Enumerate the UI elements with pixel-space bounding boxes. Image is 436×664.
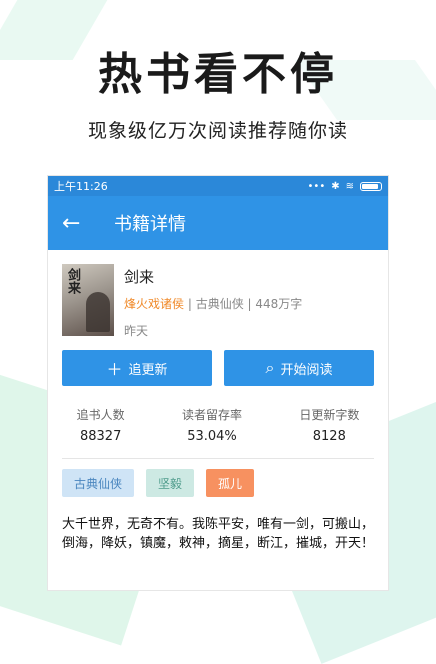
book-title: 剑来 bbox=[124, 268, 155, 286]
book-cover[interactable]: 剑来 bbox=[62, 264, 114, 336]
stat-label: 日更新字数 bbox=[299, 408, 360, 422]
book-updated: 昨天 bbox=[124, 324, 149, 338]
cover-title: 剑来 bbox=[65, 268, 80, 294]
stat-value: 88327 bbox=[79, 429, 122, 444]
page-title: 书籍详情 bbox=[114, 214, 186, 235]
book-category: 古典仙侠 bbox=[195, 297, 244, 311]
signal-dots-icon: ••• bbox=[307, 180, 326, 192]
book-author[interactable]: 烽火戏诸侯 bbox=[124, 297, 184, 311]
status-icons: ••• ✱ ≋ bbox=[308, 181, 382, 192]
start-reading-button[interactable]: ⌕ 开始阅读 bbox=[224, 350, 374, 386]
stat-daily-words: 日更新字数 8128 bbox=[299, 406, 359, 444]
follow-updates-label: 追更新 bbox=[128, 362, 168, 378]
wifi-icon: ≋ bbox=[345, 180, 354, 192]
book-description: 大千世界，无奇不有。我陈平安，唯有一剑，可搬山，倒海，降妖，镇魔，敕神，摘星，断… bbox=[62, 517, 375, 551]
phone-screen: 上午11:26 ••• ✱ ≋ ← 书籍详情 剑来 剑来 烽火戏诸侯 | 古典仙… bbox=[48, 176, 388, 590]
stat-label: 追书人数 bbox=[76, 408, 125, 422]
stat-value: 53.04% bbox=[187, 429, 237, 444]
search-icon: ⌕ bbox=[265, 358, 275, 377]
status-time: 上午11:26 bbox=[54, 180, 108, 193]
tag-list: 古典仙侠 坚毅 孤儿 bbox=[48, 459, 388, 507]
back-arrow-icon[interactable]: ← bbox=[62, 211, 102, 236]
tag-item[interactable]: 孤儿 bbox=[206, 469, 255, 497]
tag-item[interactable]: 古典仙侠 bbox=[62, 469, 135, 497]
action-row: ＋ 追更新 ⌕ 开始阅读 bbox=[48, 350, 388, 386]
stat-followers: 追书人数 88327 bbox=[77, 406, 125, 444]
plus-icon: ＋ bbox=[106, 360, 123, 379]
promo-subline: 现象级亿万次阅读推荐随你读 bbox=[87, 120, 348, 142]
cover-figure bbox=[86, 292, 110, 332]
book-stats: 追书人数 88327 读者留存率 53.04% 日更新字数 8128 bbox=[48, 406, 388, 444]
stat-label: 读者留存率 bbox=[181, 408, 242, 422]
start-reading-label: 开始阅读 bbox=[280, 362, 333, 378]
tag-item[interactable]: 坚毅 bbox=[146, 469, 195, 497]
app-bar: ← 书籍详情 bbox=[48, 196, 388, 250]
bluetooth-icon: ✱ bbox=[331, 180, 340, 192]
book-header: 剑来 剑来 烽火戏诸侯 | 古典仙侠 | 448万字 昨天 bbox=[48, 250, 388, 346]
book-word-count: 448万字 bbox=[255, 297, 303, 311]
battery-icon bbox=[360, 181, 382, 191]
stat-value: 8128 bbox=[312, 429, 346, 444]
book-info: 剑来 烽火戏诸侯 | 古典仙侠 | 448万字 昨天 bbox=[124, 264, 302, 346]
status-bar: 上午11:26 ••• ✱ ≋ bbox=[48, 176, 388, 196]
book-meta: 烽火戏诸侯 | 古典仙侠 | 448万字 bbox=[124, 295, 302, 312]
promo-headline: 热书看不停 bbox=[98, 49, 338, 100]
follow-updates-button[interactable]: ＋ 追更新 bbox=[62, 350, 212, 386]
meta-separator: | bbox=[187, 297, 196, 311]
stat-retention: 读者留存率 53.04% bbox=[182, 406, 242, 444]
